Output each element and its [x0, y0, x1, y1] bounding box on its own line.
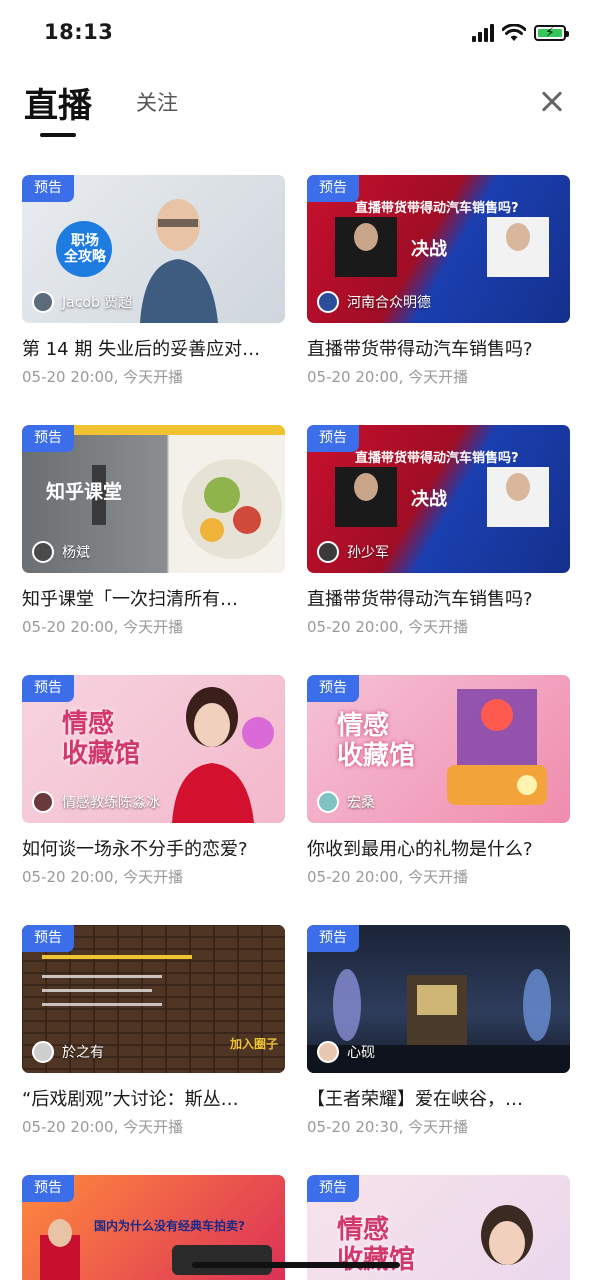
- live-card[interactable]: 决战 直播带货带得动汽车销售吗? 预告 孙少军 直播带货带得动汽车销售吗? 05…: [307, 425, 570, 655]
- host-info: 於之有: [32, 1041, 104, 1063]
- thumb-overlay-text: 直播带货带得动汽车销售吗?: [355, 451, 519, 466]
- status-time: 18:13: [44, 20, 114, 44]
- host-info: 宏桑: [317, 791, 375, 813]
- live-card[interactable]: 职场 全攻略 预告 Jacob 贾超 第 14 期 失业后的妥善应对… 05-2…: [22, 175, 285, 405]
- svg-text:决战: 决战: [411, 238, 447, 260]
- host-name: 心砚: [347, 1045, 375, 1061]
- host-info: 河南合众明德: [317, 291, 431, 313]
- host-name: 於之有: [62, 1045, 104, 1061]
- avatar: [317, 291, 339, 313]
- host-info: 心砚: [317, 1041, 375, 1063]
- live-time: 05-20 20:00, 今天开播: [307, 368, 469, 386]
- close-icon[interactable]: [534, 84, 570, 120]
- thumb-overlay-text: 直播带货带得动汽车销售吗?: [355, 201, 519, 216]
- live-thumbnail: 决战 直播带货带得动汽车销售吗? 预告 孙少军: [307, 425, 570, 573]
- live-title: 知乎课堂「一次扫清所有…: [22, 589, 238, 610]
- live-title: 【王者荣耀】爱在峡谷，…: [307, 1089, 523, 1110]
- status-bar: 18:13 ⚡: [0, 0, 592, 70]
- live-thumbnail: 知乎课堂 预告 杨斌: [22, 425, 285, 573]
- host-name: 河南合众明德: [347, 295, 431, 311]
- avatar: [32, 541, 54, 563]
- live-title: 第 14 期 失业后的妥善应对…: [22, 339, 261, 360]
- live-time: 05-20 20:00, 今天开播: [307, 868, 469, 886]
- live-card[interactable]: 知乎课堂 预告 杨斌 知乎课堂「一次扫清所有… 05-20 20:00, 今天开…: [22, 425, 285, 655]
- preview-badge: 预告: [307, 175, 359, 202]
- live-title: 直播带货带得动汽车销售吗?: [307, 339, 533, 360]
- live-title: 你收到最用心的礼物是什么?: [307, 839, 533, 860]
- live-thumbnail: 决战 直播带货带得动汽车销售吗? 预告 河南合众明德: [307, 175, 570, 323]
- avatar: [32, 1041, 54, 1063]
- thumb-overlay-text: 情感 收藏馆: [337, 711, 416, 771]
- live-thumbnail: 职场 全攻略 预告 Jacob 贾超: [22, 175, 285, 323]
- host-info: Jacob 贾超: [32, 291, 132, 313]
- avatar: [32, 291, 54, 313]
- wifi-icon: [502, 24, 526, 41]
- thumb-overlay-text: 国内为什么没有经典车拍卖?: [94, 1219, 245, 1233]
- status-icons: ⚡: [472, 24, 569, 42]
- avatar: [317, 541, 339, 563]
- live-card[interactable]: 情感 收藏馆 预告 情感教练陈淼冰 如何谈一场永不分手的恋爱? 05-20 20…: [22, 675, 285, 905]
- host-info: 孙少军: [317, 541, 389, 563]
- thumb-overlay-text: 加入圈子: [230, 1037, 279, 1051]
- live-card[interactable]: 情感 收藏馆 预告 宏桑 你收到最用心的礼物是什么? 05-20 20:00, …: [307, 675, 570, 905]
- preview-badge: 预告: [307, 925, 359, 952]
- host-info: 杨斌: [32, 541, 90, 563]
- host-name: Jacob 贾超: [62, 295, 133, 311]
- host-name: 宏桑: [347, 795, 375, 811]
- cellular-signal-icon: [472, 24, 494, 42]
- live-time: 05-20 20:00, 今天开播: [22, 868, 184, 886]
- live-time: 05-20 20:00, 今天开播: [307, 618, 469, 636]
- live-time: 05-20 20:00, 今天开播: [22, 368, 184, 386]
- avatar: [317, 791, 339, 813]
- preview-badge: 预告: [22, 925, 74, 952]
- live-time: 05-20 20:00, 今天开播: [22, 618, 184, 636]
- preview-badge: 预告: [22, 425, 74, 452]
- header: 直播 关注: [0, 70, 592, 140]
- live-title: “后戏剧观”大讨论：斯丛…: [22, 1089, 239, 1110]
- thumb-overlay-text: 情感 收藏馆: [62, 709, 141, 769]
- preview-badge: 预告: [307, 425, 359, 452]
- preview-badge: 预告: [307, 1175, 359, 1202]
- live-card[interactable]: 决战 直播带货带得动汽车销售吗? 预告 河南合众明德 直播带货带得动汽车销售吗?…: [307, 175, 570, 405]
- avatar: [32, 791, 54, 813]
- svg-text:决战: 决战: [411, 488, 447, 510]
- battery-icon: ⚡: [534, 25, 569, 41]
- host-info: 情感教练陈淼冰: [32, 791, 160, 813]
- live-title: 如何谈一场永不分手的恋爱?: [22, 839, 248, 860]
- live-card[interactable]: 加入圈子 预告 於之有 “后戏剧观”大讨论：斯丛… 05-20 20:00, 今…: [22, 925, 285, 1155]
- host-name: 杨斌: [62, 545, 90, 561]
- tab-active-indicator: [40, 133, 76, 137]
- live-card[interactable]: 预告 心砚 【王者荣耀】爱在峡谷，… 05-20 20:30, 今天开播: [307, 925, 570, 1155]
- live-time: 05-20 20:30, 今天开播: [307, 1118, 469, 1136]
- live-thumbnail: 情感 收藏馆 预告 宏桑: [307, 675, 570, 823]
- thumb-overlay-text: 知乎课堂: [46, 481, 123, 503]
- host-name: 孙少军: [347, 545, 389, 561]
- avatar: [317, 1041, 339, 1063]
- host-name: 情感教练陈淼冰: [62, 795, 160, 811]
- live-title: 直播带货带得动汽车销售吗?: [307, 589, 533, 610]
- preview-badge: 预告: [22, 1175, 74, 1202]
- tab-live[interactable]: 直播: [24, 78, 92, 127]
- live-thumbnail: 情感 收藏馆 预告 情感教练陈淼冰: [22, 675, 285, 823]
- thumb-overlay-text: 职场 全攻略: [64, 233, 106, 265]
- live-thumbnail: 加入圈子 预告 於之有: [22, 925, 285, 1073]
- home-indicator: [192, 1262, 400, 1268]
- live-time: 05-20 20:00, 今天开播: [22, 1118, 184, 1136]
- preview-badge: 预告: [22, 675, 74, 702]
- preview-badge: 预告: [307, 675, 359, 702]
- tab-follow[interactable]: 关注: [136, 87, 178, 117]
- live-thumbnail: 预告 心砚: [307, 925, 570, 1073]
- preview-badge: 预告: [22, 175, 74, 202]
